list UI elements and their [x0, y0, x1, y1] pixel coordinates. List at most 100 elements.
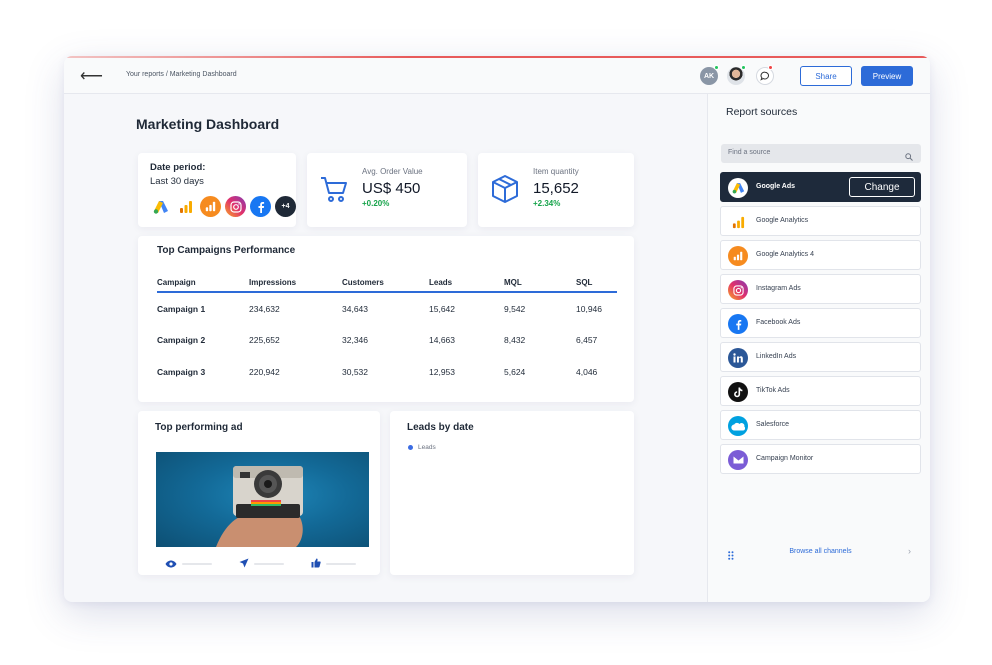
source-item-instagram-ads[interactable]: Instagram Ads	[720, 274, 921, 304]
search-placeholder: Find a source	[728, 149, 771, 156]
ad-image-camera[interactable]	[156, 452, 369, 547]
column-header[interactable]: Campaign	[157, 274, 249, 293]
table-cell: Campaign 1	[157, 303, 206, 314]
table-row: Campaign 3 220,942 30,532 12,953 5,624 4…	[157, 356, 617, 388]
campaign-monitor-icon	[728, 450, 748, 470]
source-item-google-analytics[interactable]: Google Analytics	[720, 206, 921, 236]
notification-dot	[768, 65, 773, 70]
instagram-icon	[728, 280, 748, 300]
table-cell: 10,946	[576, 303, 602, 314]
table-cell: 220,942	[249, 367, 280, 377]
source-label: Salesforce	[756, 421, 790, 428]
source-label: Instagram Ads	[756, 285, 801, 292]
source-item-linkedin-ads[interactable]: LinkedIn Ads	[720, 342, 921, 372]
source-item-salesforce[interactable]: Salesforce	[720, 410, 921, 440]
table-cell: 12,953	[429, 367, 455, 377]
column-header[interactable]: Customers	[342, 274, 429, 293]
views-bar	[182, 563, 212, 565]
google-analytics-icon	[728, 212, 748, 232]
source-label: Google Analytics	[756, 217, 809, 224]
change-source-button[interactable]: Change	[849, 177, 915, 197]
table-title: Top Campaigns Performance	[157, 245, 296, 256]
table-row: Campaign 2 225,652 32,346 14,663 8,432 6…	[157, 324, 617, 356]
kpi-change: +2.34%	[533, 199, 561, 208]
table-header-row: Campaign Impressions Customers Leads MQL…	[157, 274, 617, 293]
table-cell: 34,643	[342, 303, 368, 314]
cart-icon	[319, 174, 349, 209]
date-period-card[interactable]: Date period: Last 30 days +4	[138, 153, 296, 227]
more-sources-badge[interactable]: +4	[275, 196, 296, 217]
connected-sources: +4	[150, 196, 296, 217]
date-period-label: Date period:	[150, 162, 206, 173]
avatar-initials: AK	[703, 72, 715, 80]
column-header[interactable]: Impressions	[249, 274, 342, 293]
source-label: Google Analytics 4	[756, 251, 814, 258]
chevron-right-icon: ›	[908, 546, 911, 556]
source-search-input[interactable]: Find a source	[721, 144, 921, 163]
source-item-facebook-ads[interactable]: Facebook Ads	[720, 308, 921, 338]
source-item-google-analytics-4[interactable]: Google Analytics 4	[720, 240, 921, 270]
table-cell: Campaign 2	[157, 335, 206, 345]
source-item-campaign-monitor[interactable]: Campaign Monitor	[720, 444, 921, 474]
send-icon	[239, 555, 249, 573]
kpi-label: Item quantity	[533, 167, 579, 176]
top-ad-card: Top performing ad	[138, 411, 380, 575]
kpi-card-item-quantity: Item quantity 15,652 +2.34%	[478, 153, 634, 227]
kpi-value: 15,652	[533, 180, 579, 197]
table-cell: 9,542	[504, 303, 526, 314]
table-cell: 6,457	[576, 335, 598, 345]
google-analytics-icon	[175, 196, 196, 217]
facebook-ads-icon	[250, 196, 271, 217]
table-row: Campaign 1 234,632 34,643 15,642 9,542 1…	[157, 292, 617, 324]
kpi-change: +0.20%	[362, 199, 390, 208]
top-ad-title: Top performing ad	[155, 422, 243, 433]
instagram-icon	[225, 196, 246, 217]
shares-stat	[239, 555, 284, 573]
panel-title: Report sources	[726, 106, 798, 118]
source-item-tiktok-ads[interactable]: TikTok Ads	[720, 376, 921, 406]
online-status-dot	[741, 65, 746, 70]
table-cell: 4,046	[576, 367, 598, 377]
top-bar: ⟵ Your reports / Marketing Dashboard AK …	[64, 58, 930, 94]
source-label: Google Ads	[756, 183, 796, 190]
source-label: TikTok Ads	[756, 387, 790, 394]
google-ads-icon	[150, 196, 171, 217]
online-status-dot	[714, 65, 719, 70]
thumbs-up-icon	[311, 555, 321, 573]
page-title: Marketing Dashboard	[136, 116, 280, 132]
share-button[interactable]: Share	[800, 66, 852, 86]
browse-all-channels-button[interactable]: Browse all channels ›	[720, 540, 921, 564]
linkedin-ads-icon	[728, 348, 748, 368]
ad-stats	[165, 555, 356, 573]
table-cell: Campaign 3	[157, 367, 206, 377]
views-stat	[165, 555, 212, 573]
likes-bar	[326, 563, 356, 565]
facebook-ads-icon	[728, 314, 748, 334]
search-icon	[905, 148, 913, 166]
report-sources-panel: Report sources Find a source Google Ads …	[707, 94, 930, 602]
column-header[interactable]: Leads	[429, 274, 504, 293]
table-cell: 32,346	[342, 335, 368, 345]
shares-bar	[254, 563, 284, 565]
google-analytics-4-icon	[728, 246, 748, 266]
source-item-google-ads[interactable]: Google Ads Change	[720, 172, 921, 202]
box-icon	[490, 174, 520, 209]
preview-button[interactable]: Preview	[861, 66, 913, 86]
leads-bar-chart: 025k50k75k100k0105101520253001	[390, 411, 634, 575]
eye-icon	[165, 555, 177, 573]
back-arrow-icon[interactable]: ⟵	[80, 66, 103, 86]
breadcrumb[interactable]: Your reports / Marketing Dashboard	[126, 71, 237, 78]
column-header[interactable]: MQL	[504, 274, 576, 293]
google-analytics-4-icon	[200, 196, 221, 217]
source-label: Campaign Monitor	[756, 455, 814, 462]
salesforce-icon	[728, 416, 748, 436]
campaigns-table-card: Top Campaigns Performance Campaign Impre…	[138, 236, 634, 402]
browse-label: Browse all channels	[789, 548, 852, 555]
column-header[interactable]: SQL	[576, 274, 617, 293]
kpi-card-avg-order-value: Avg. Order Value US$ 450 +0.20%	[307, 153, 467, 227]
kpi-label: Avg. Order Value	[362, 167, 423, 176]
app-window: ⟵ Your reports / Marketing Dashboard AK …	[64, 56, 930, 602]
campaigns-table: Campaign Impressions Customers Leads MQL…	[157, 274, 617, 388]
source-label: LinkedIn Ads	[756, 353, 797, 360]
table-cell: 30,532	[342, 367, 368, 377]
